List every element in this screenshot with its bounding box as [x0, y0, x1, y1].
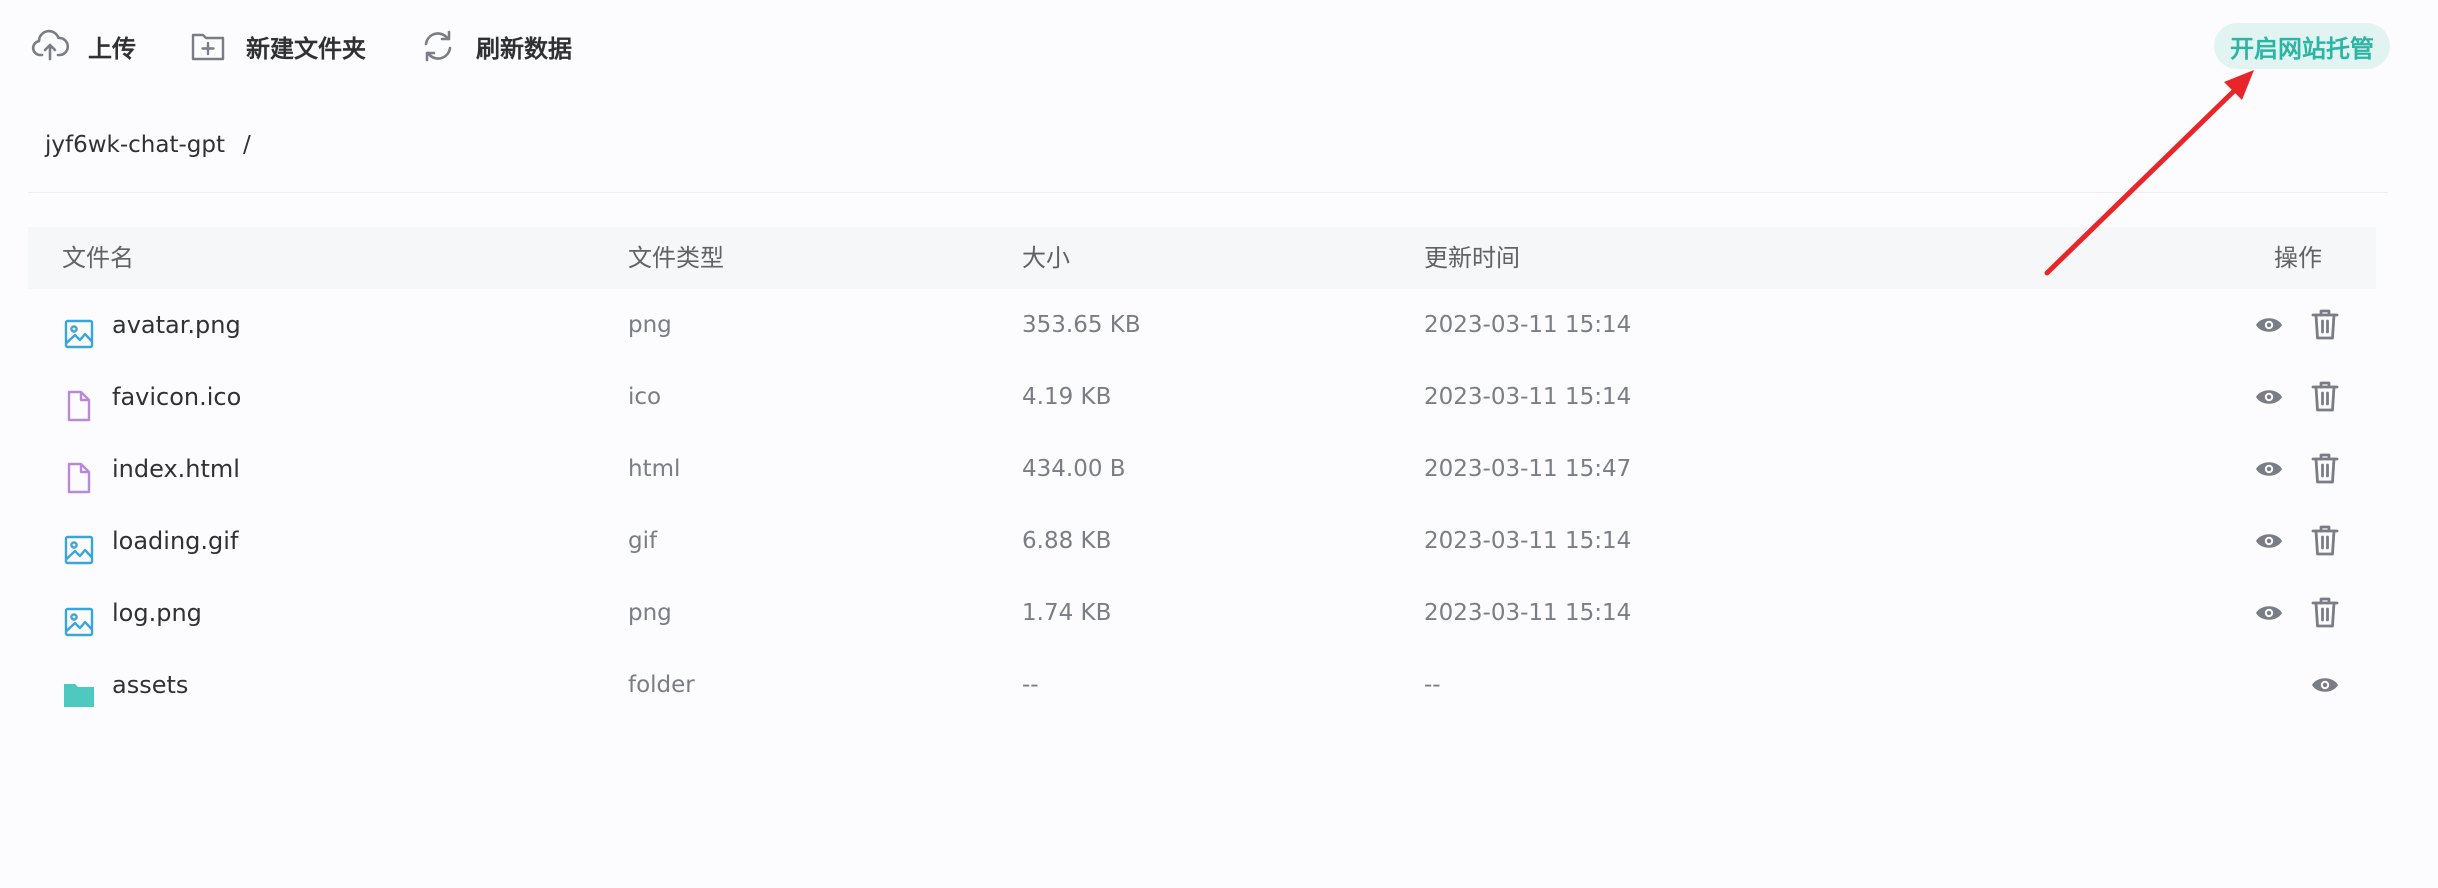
upload-label: 上传	[88, 34, 136, 63]
table-row[interactable]: log.png png 1.74 KB 2023-03-11 15:14	[28, 577, 2376, 649]
file-name-cell[interactable]: favicon.ico	[62, 361, 241, 433]
file-name-cell[interactable]: assets	[62, 649, 188, 721]
divider	[28, 192, 2388, 193]
file-type: png	[628, 312, 672, 338]
file-type: folder	[628, 672, 695, 698]
breadcrumb: jyf6wk-chat-gpt /	[45, 128, 251, 162]
eye-icon[interactable]	[2254, 311, 2284, 339]
trash-icon[interactable]	[2310, 379, 2340, 413]
file-name[interactable]: favicon.ico	[112, 361, 241, 433]
file-size: 6.88 KB	[1022, 528, 1112, 554]
header-size: 大小	[1022, 244, 1070, 272]
trash-icon[interactable]	[2310, 307, 2340, 341]
file-updated-time: 2023-03-11 15:14	[1424, 528, 1632, 554]
file-size: 434.00 B	[1022, 456, 1126, 482]
file-name-cell[interactable]: log.png	[62, 577, 202, 649]
enable-website-hosting-button[interactable]: 开启网站托管	[2214, 23, 2390, 69]
eye-icon[interactable]	[2254, 383, 2284, 411]
file-name[interactable]: index.html	[112, 433, 240, 505]
table-row[interactable]: index.html html 434.00 B 2023-03-11 15:4…	[28, 433, 2376, 505]
file-name-cell[interactable]: avatar.png	[62, 289, 241, 361]
file-type: png	[628, 600, 672, 626]
header-time: 更新时间	[1424, 244, 1520, 272]
file-name-cell[interactable]: loading.gif	[62, 505, 238, 577]
eye-icon[interactable]	[2254, 455, 2284, 483]
new-folder-label: 新建文件夹	[246, 34, 366, 63]
image-file-icon	[62, 308, 96, 349]
file-name[interactable]: loading.gif	[112, 505, 238, 577]
table-body: avatar.png png 353.65 KB 2023-03-11 15:1…	[28, 289, 2376, 721]
file-name-cell[interactable]: index.html	[62, 433, 240, 505]
file-name[interactable]: log.png	[112, 577, 202, 649]
table-row[interactable]: avatar.png png 353.65 KB 2023-03-11 15:1…	[28, 289, 2376, 361]
upload-button[interactable]: 上传	[30, 26, 136, 66]
folder-icon	[62, 668, 96, 707]
eye-icon[interactable]	[2254, 527, 2284, 555]
refresh-label: 刷新数据	[476, 34, 572, 63]
eye-icon[interactable]	[2254, 599, 2284, 627]
image-file-icon	[62, 524, 96, 565]
header-type: 文件类型	[628, 244, 724, 272]
file-size: 4.19 KB	[1022, 384, 1112, 410]
file-type: ico	[628, 384, 662, 410]
table-row[interactable]: loading.gif gif 6.88 KB 2023-03-11 15:14	[28, 505, 2376, 577]
new-folder-button[interactable]: 新建文件夹	[188, 26, 366, 66]
image-file-icon	[62, 596, 96, 637]
file-size: 1.74 KB	[1022, 600, 1112, 626]
trash-icon[interactable]	[2310, 523, 2340, 557]
breadcrumb-separator: /	[243, 132, 251, 158]
folder-add-icon	[191, 33, 225, 61]
file-updated-time: 2023-03-11 15:14	[1424, 312, 1632, 338]
document-file-icon	[62, 452, 96, 494]
table-row[interactable]: assets folder -- --	[28, 649, 2376, 721]
trash-icon[interactable]	[2310, 595, 2340, 629]
file-size: 353.65 KB	[1022, 312, 1141, 338]
toolbar: 上传 新建文件夹 刷新数据	[30, 20, 624, 72]
file-name[interactable]: assets	[112, 649, 188, 721]
file-type: gif	[628, 528, 658, 554]
table-row[interactable]: favicon.ico ico 4.19 KB 2023-03-11 15:14	[28, 361, 2376, 433]
document-file-icon	[62, 380, 96, 422]
refresh-button[interactable]: 刷新数据	[418, 26, 572, 66]
table-header: 文件名 文件类型 大小 更新时间 操作	[28, 227, 2376, 289]
file-table: 文件名 文件类型 大小 更新时间 操作 avatar.png png 353.6…	[28, 227, 2376, 721]
eye-icon[interactable]	[2310, 671, 2340, 699]
header-actions: 操作	[2274, 244, 2322, 272]
trash-icon[interactable]	[2310, 451, 2340, 485]
header-name: 文件名	[62, 244, 134, 272]
breadcrumb-bucket[interactable]: jyf6wk-chat-gpt	[45, 132, 225, 158]
file-updated-time: 2023-03-11 15:47	[1424, 456, 1632, 482]
file-updated-time: 2023-03-11 15:14	[1424, 600, 1632, 626]
refresh-icon	[424, 30, 452, 62]
file-size: --	[1022, 672, 1039, 698]
file-name[interactable]: avatar.png	[112, 289, 241, 361]
file-updated-time: --	[1424, 672, 1441, 698]
file-type: html	[628, 456, 681, 482]
cloud-upload-icon	[31, 29, 70, 61]
file-updated-time: 2023-03-11 15:14	[1424, 384, 1632, 410]
